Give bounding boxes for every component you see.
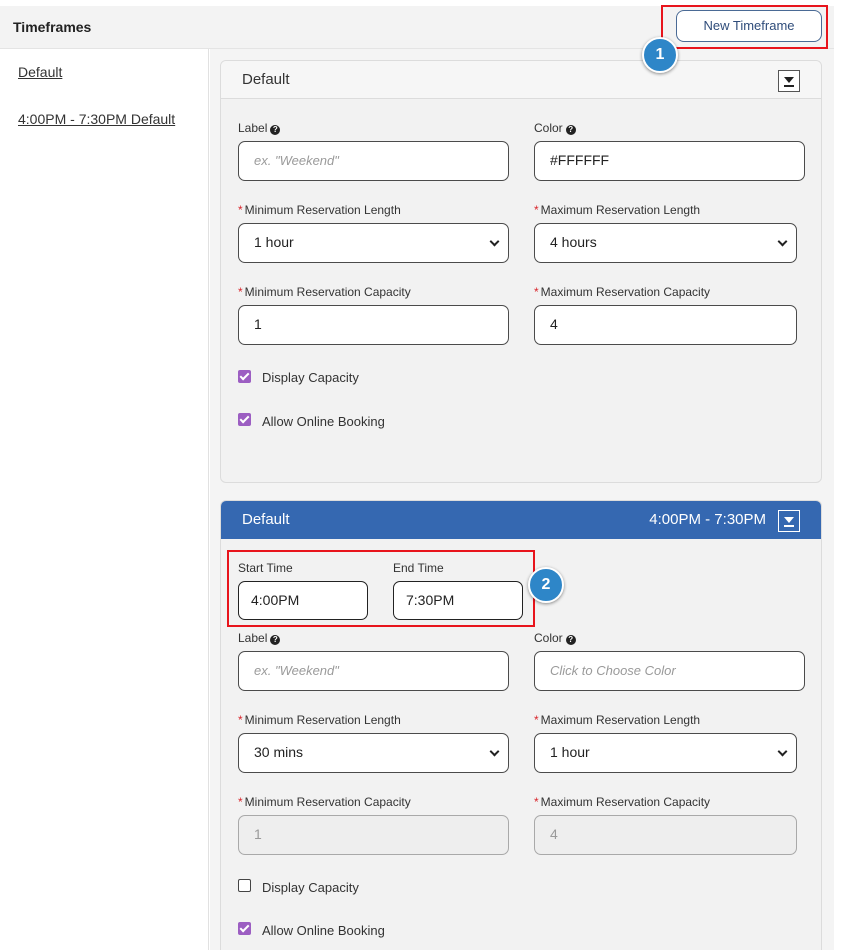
min-capacity-label: * Minimum Reservation Capacity [238, 285, 411, 299]
new-timeframe-button[interactable]: New Timeframe [676, 10, 822, 42]
allow-online-booking-checkbox[interactable] [238, 413, 251, 426]
max-capacity-input[interactable]: 4 [534, 305, 797, 345]
label-field-label: Label? [238, 121, 281, 135]
sidebar-link-timeframe[interactable]: 4:00PM - 7:30PM Default [18, 111, 175, 127]
max-length-select[interactable]: 4 hours [534, 223, 797, 263]
card-time-range: 4:00PM - 7:30PM [649, 511, 766, 528]
sidebar [0, 49, 209, 950]
callout-badge-1: 1 [642, 37, 678, 73]
allow-online-booking-label: Allow Online Booking [262, 923, 385, 938]
color-field-label: Color? [534, 121, 576, 135]
end-time-label: End Time [393, 561, 444, 575]
card-title: Default [242, 71, 290, 88]
chevron-down-icon [777, 746, 788, 757]
display-capacity-checkbox[interactable] [238, 879, 251, 892]
card-header: Default [221, 61, 821, 99]
min-length-label: * Minimum Reservation Length [238, 203, 401, 217]
max-capacity-label: * Maximum Reservation Capacity [534, 795, 711, 809]
help-icon[interactable]: ? [565, 125, 576, 135]
min-capacity-input[interactable]: 1 [238, 305, 509, 345]
display-capacity-checkbox[interactable] [238, 370, 251, 383]
max-length-select[interactable]: 1 hour [534, 733, 797, 773]
chevron-down-icon [489, 236, 500, 247]
max-length-label: * Maximum Reservation Length [534, 203, 701, 217]
min-capacity-label: * Minimum Reservation Capacity [238, 795, 411, 809]
color-input[interactable]: #FFFFFF [534, 141, 805, 181]
start-time-label: Start Time [238, 561, 293, 575]
help-icon[interactable]: ? [270, 635, 281, 645]
page-title: Timeframes [13, 19, 92, 35]
display-capacity-label: Display Capacity [262, 370, 359, 385]
color-field-label: Color? [534, 631, 576, 645]
allow-online-booking-checkbox[interactable] [238, 922, 251, 935]
chevron-down-icon [777, 236, 788, 247]
timeframe-card-range: Default 4:00PM - 7:30PM Start Time 4:00P… [220, 500, 822, 950]
sidebar-link-default[interactable]: Default [18, 64, 62, 80]
callout-badge-2: 2 [528, 567, 564, 603]
max-length-label: * Maximum Reservation Length [534, 713, 701, 727]
max-capacity-input[interactable]: 4 [534, 815, 797, 855]
help-icon[interactable]: ? [270, 125, 281, 135]
color-picker-input[interactable]: Click to Choose Color [534, 651, 805, 691]
label-field-label: Label? [238, 631, 281, 645]
collapse-toggle-icon[interactable] [778, 70, 800, 92]
chevron-down-icon [489, 746, 500, 757]
min-length-select[interactable]: 1 hour [238, 223, 509, 263]
allow-online-booking-label: Allow Online Booking [262, 414, 385, 429]
display-capacity-label: Display Capacity [262, 880, 359, 895]
collapse-toggle-icon[interactable] [778, 510, 800, 532]
start-time-input[interactable]: 4:00PM [238, 581, 368, 620]
min-length-select[interactable]: 30 mins [238, 733, 509, 773]
min-capacity-input[interactable]: 1 [238, 815, 509, 855]
min-length-label: * Minimum Reservation Length [238, 713, 401, 727]
label-input[interactable]: ex. "Weekend" [238, 141, 509, 181]
help-icon[interactable]: ? [565, 635, 576, 645]
card-title: Default [242, 511, 290, 528]
card-header: Default 4:00PM - 7:30PM [221, 501, 821, 539]
max-capacity-label: * Maximum Reservation Capacity [534, 285, 711, 299]
end-time-input[interactable]: 7:30PM [393, 581, 523, 620]
timeframe-card-default: Default Label? ex. "Weekend" Color? #FFF… [220, 60, 822, 483]
label-input[interactable]: ex. "Weekend" [238, 651, 509, 691]
